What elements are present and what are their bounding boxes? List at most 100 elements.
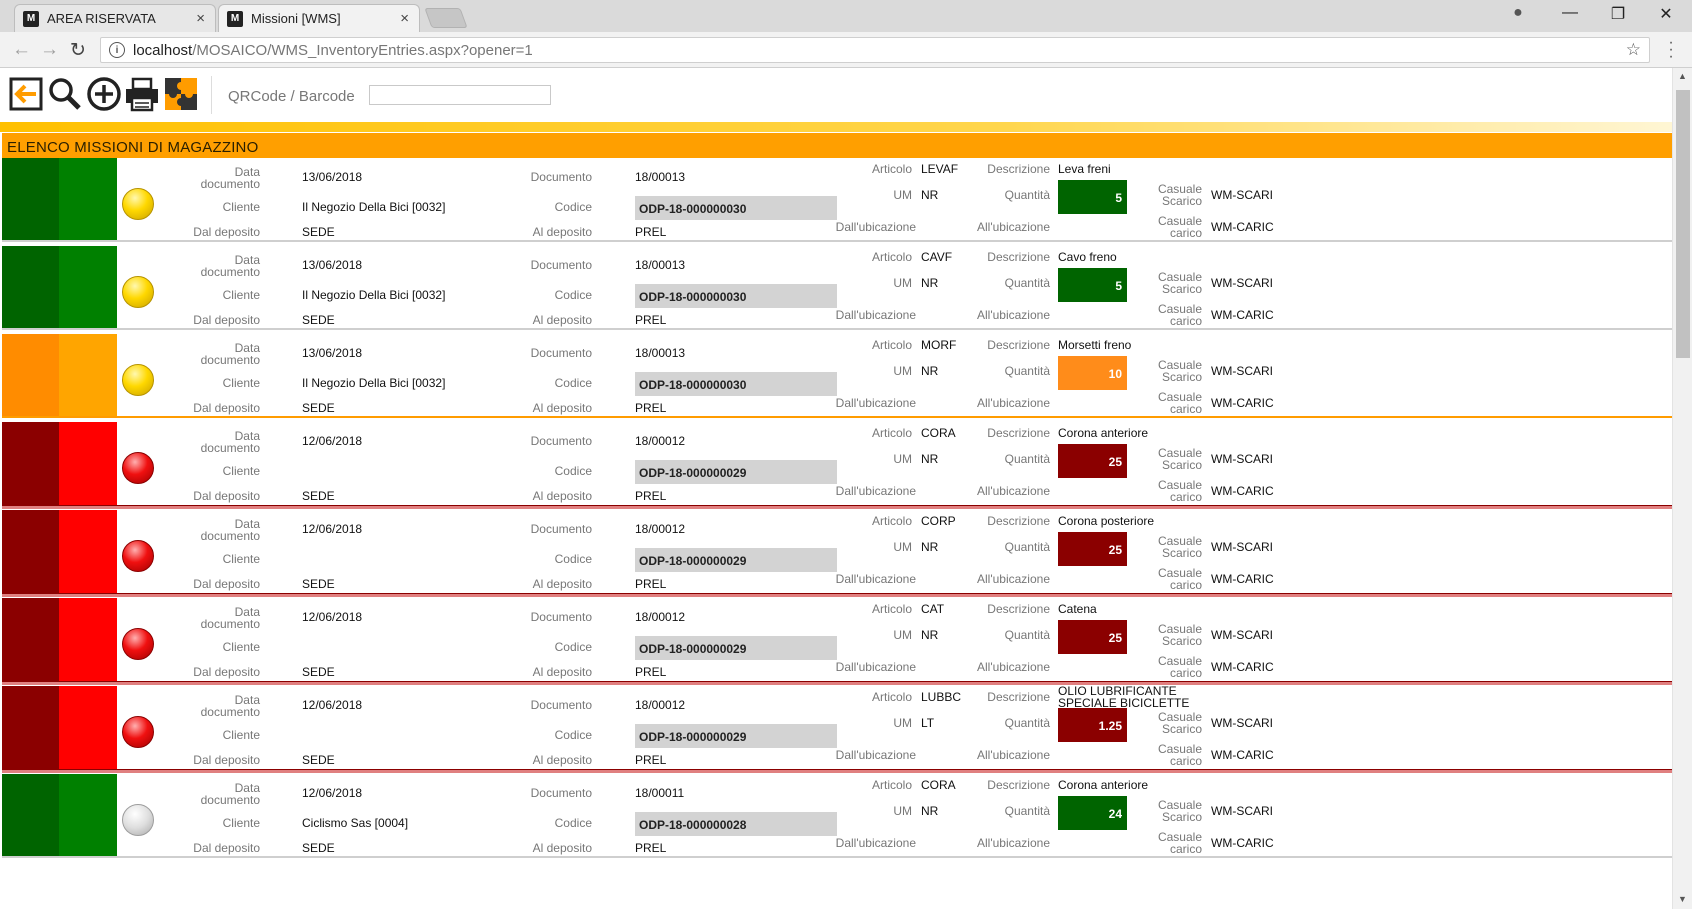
articolo-label: Articolo [871,602,912,616]
mission-row[interactable]: Data documento 12/06/2018 Cliente Dal dep… [2,685,1672,770]
dallubicazione-label: Dall'ubicazione [835,308,916,322]
status-color-light [59,686,117,769]
browser-menu-icon[interactable]: · · · [1666,35,1676,65]
mission-row[interactable]: Data documento 12/06/2018 Cliente Dal dep… [2,598,1672,682]
mission-row[interactable]: Data documento 13/06/2018 Cliente Il Nego… [2,246,1672,330]
tab-close-icon[interactable]: × [196,10,205,27]
casuale-carico-value: WM-CARIC [1211,396,1274,410]
scroll-thumb[interactable] [1676,90,1690,358]
documento-label: Documento [530,786,592,800]
descrizione-label: Descrizione [987,250,1050,264]
articolo-value: CORA [921,426,956,440]
quantity-badge: 25 [1058,620,1127,654]
dal-deposito-label: Dal deposito [193,841,260,855]
al-deposito-label: Al deposito [532,665,592,679]
qr-barcode-input[interactable] [369,85,551,105]
mission-row[interactable]: Data documento 13/06/2018 Cliente Il Nego… [2,158,1672,242]
new-tab-button[interactable] [424,8,468,28]
scroll-down-icon[interactable]: ▼ [1678,894,1687,904]
tab-close-icon[interactable]: × [400,10,409,27]
al-deposito-value: PREL [635,401,667,415]
data-label: Data documento [200,693,260,719]
mission-row[interactable]: Data documento 12/06/2018 Cliente Ciclism… [2,774,1672,858]
documento-label: Documento [530,522,592,536]
print-icon[interactable] [124,76,160,112]
restore-button[interactable]: ❐ [1603,4,1633,24]
casuale-carico-label: Casuale carico [1157,742,1202,768]
codice-label: Codice [554,200,592,214]
window-close-button[interactable]: ✕ [1651,4,1681,24]
toolbar-divider [211,76,212,114]
quantity-badge: 10 [1058,356,1127,390]
cliente-value: Il Negozio Della Bici [0032] [302,200,446,214]
data-label: Data documento [200,517,260,543]
quantity-badge: 5 [1058,180,1127,214]
mission-row[interactable]: Data documento 12/06/2018 Cliente Dal dep… [2,422,1672,506]
um-label: UM [893,188,912,202]
al-deposito-value: PREL [635,489,667,503]
codice-value: ODP-18-000000030 [635,372,837,396]
url-input[interactable]: i localhost /MOSAICO/WMS_InventoryEntrie… [100,37,1650,63]
back-arrow-icon[interactable] [9,76,45,112]
documento-label: Documento [530,434,592,448]
puzzle-icon[interactable] [163,76,199,112]
codice-label: Codice [554,640,592,654]
al-deposito-label: Al deposito [532,841,592,855]
al-deposito-label: Al deposito [532,401,592,415]
um-label: UM [893,716,912,730]
data-label: Data documento [200,781,260,807]
tab-area-riservata[interactable]: M AREA RISERVATA × [14,4,216,32]
status-light-icon [122,804,154,836]
documento-label: Documento [530,258,592,272]
minimize-button[interactable]: — [1555,4,1585,22]
document-date: 12/06/2018 [302,698,363,712]
page-scrollbar[interactable]: ▲ ▼ [1672,68,1692,909]
add-icon[interactable] [86,76,122,112]
profile-icon[interactable]: ● [1503,4,1533,22]
scroll-up-icon[interactable]: ▲ [1678,71,1687,81]
casuale-scarico-value: WM-SCARI [1211,716,1273,730]
allubicazione-label: All'ubicazione [976,220,1050,234]
casuale-carico-value: WM-CARIC [1211,572,1274,586]
cliente-label: Cliente [222,816,260,830]
dal-deposito-label: Dal deposito [193,225,260,239]
status-light-icon [122,276,154,308]
app-toolbar: QRCode / Barcode [0,68,1672,122]
reload-button[interactable]: ↻ [70,39,86,62]
quantita-label: Quantità [1004,628,1050,642]
um-value: NR [921,628,939,642]
casuale-carico-label: Casuale carico [1157,302,1202,328]
documento-label: Documento [530,698,592,712]
bookmark-star-icon[interactable]: ☆ [1626,40,1641,60]
document-date: 12/06/2018 [302,610,363,624]
casuale-carico-label: Casuale carico [1157,214,1202,240]
codice-value: ODP-18-000000029 [635,548,837,572]
casuale-scarico-value: WM-SCARI [1211,804,1273,818]
documento-value: 18/00012 [635,434,686,448]
back-button[interactable]: ← [12,39,31,61]
data-label: Data documento [200,341,260,367]
descrizione-label: Descrizione [987,602,1050,616]
codice-value: ODP-18-000000029 [635,636,837,660]
cliente-label: Cliente [222,552,260,566]
um-label: UM [893,628,912,642]
status-color-light [59,598,117,681]
search-icon[interactable] [47,76,83,112]
um-value: LT [921,716,935,730]
casuale-scarico-value: WM-SCARI [1211,452,1273,466]
mission-row[interactable]: Data documento 12/06/2018 Cliente Dal dep… [2,510,1672,594]
al-deposito-value: PREL [635,753,667,767]
dal-deposito-value: SEDE [302,225,335,239]
documento-label: Documento [530,170,592,184]
descrizione-value: Corona anteriore [1058,426,1149,440]
forward-button[interactable]: → [40,39,59,61]
browser-address-bar: ← → ↻ i localhost /MOSAICO/WMS_Inventory… [0,32,1692,68]
tab-missioni-wms[interactable]: M Missioni [WMS] × [218,4,420,32]
mission-row[interactable]: Data documento 13/06/2018 Cliente Il Nego… [2,334,1672,418]
site-info-icon[interactable]: i [109,42,125,58]
codice-value: ODP-18-000000029 [635,460,837,484]
articolo-label: Articolo [871,778,912,792]
documento-value: 18/00012 [635,522,686,536]
casuale-carico-value: WM-CARIC [1211,484,1274,498]
al-deposito-label: Al deposito [532,313,592,327]
